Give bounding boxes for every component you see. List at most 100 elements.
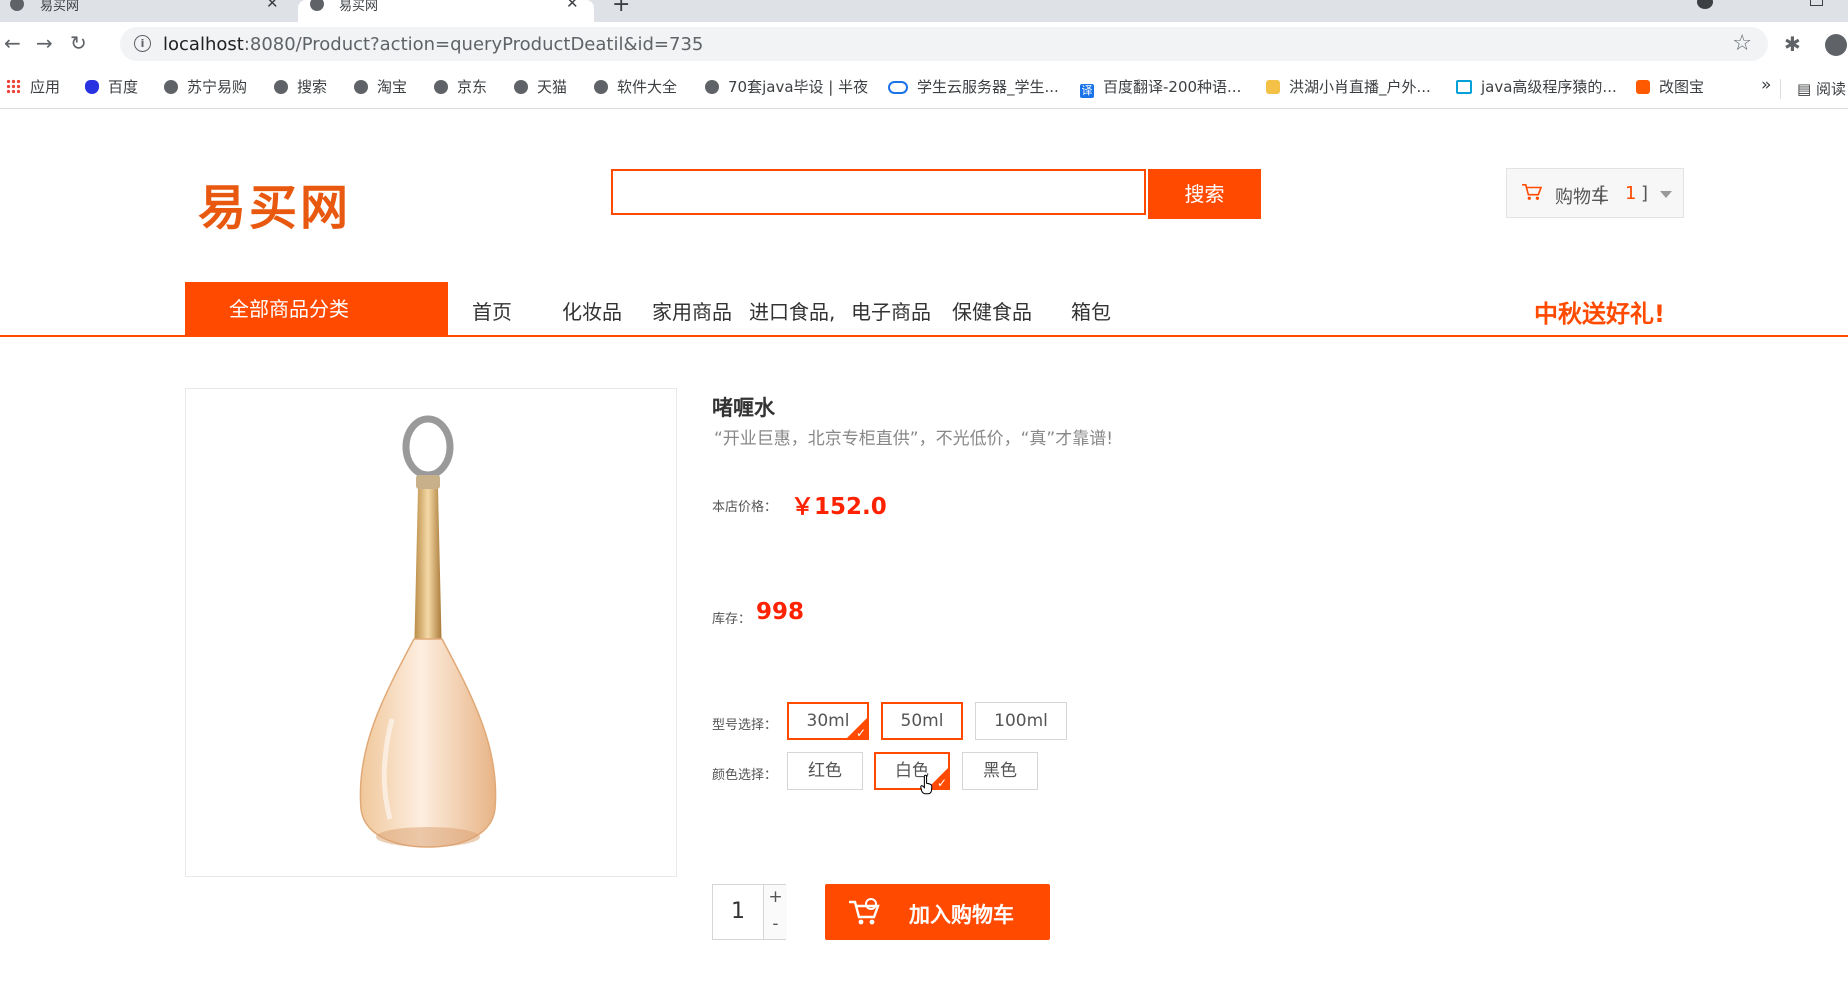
globe-icon (310, 0, 324, 11)
new-tab-icon[interactable]: + (612, 0, 630, 17)
promo-banner-text[interactable]: 中秋送好礼! (1534, 294, 1665, 329)
bookmark-label: 天猫 (537, 78, 568, 96)
model-label: 型号选择： (712, 718, 778, 733)
url-text: localhost:8080/Product?action=queryProdu… (163, 34, 703, 55)
gaitubao-icon (1636, 80, 1650, 94)
checkmark-icon: ✓ (936, 776, 947, 790)
bookmark-baidu-translate[interactable]: 译百度翻译-200种语... (1080, 76, 1241, 98)
add-to-cart-label: 加入购物车 (909, 903, 1014, 927)
bookmark-baidu[interactable]: 百度 (85, 76, 138, 97)
product-price: ￥152.0 (791, 494, 887, 520)
address-bar[interactable]: i localhost:8080/Product?action=queryPro… (120, 27, 1768, 61)
bookmark-label: 百度 (108, 78, 139, 96)
bookmark-label: 学生云服务器_学生... (917, 78, 1059, 96)
bookmark-tmall[interactable]: 天猫 (514, 76, 567, 97)
browser-tab-active[interactable]: 易买网 ✕ (298, 0, 594, 22)
color-option-red[interactable]: 红色 (787, 752, 863, 790)
quantity-stepper[interactable]: 1 + - (712, 884, 787, 940)
globe-icon (705, 80, 719, 94)
browser-toolbar: ← → ↻ i localhost:8080/Product?action=qu… (0, 22, 1848, 68)
nav-item-imported-food[interactable]: 进口食品, (749, 296, 835, 325)
bookmark-software[interactable]: 软件大全 (594, 76, 677, 97)
globe-icon (164, 80, 178, 94)
reading-list-label: 阅读 (1815, 80, 1846, 98)
bookmark-label: 70套java毕设 | 半夜 (728, 78, 869, 96)
media-control-icon[interactable] (1697, 0, 1713, 9)
search-input[interactable] (611, 169, 1146, 215)
cart-button[interactable]: 购物车 [ 1 ] (1506, 168, 1684, 218)
bookmark-label: 搜索 (297, 78, 328, 96)
bookmark-label: 京东 (457, 78, 488, 96)
bookmark-gaitubao[interactable]: 改图宝 (1636, 76, 1704, 97)
price-label: 本店价格： (712, 500, 778, 515)
bookmark-label: 软件大全 (617, 78, 678, 96)
bookmark-live-stream[interactable]: 洪湖小肖直播_户外... (1266, 76, 1431, 97)
quantity-value[interactable]: 1 (713, 885, 763, 939)
globe-icon (274, 80, 288, 94)
back-arrow-icon[interactable]: ← (4, 32, 21, 54)
quantity-decrease-button[interactable]: - (763, 912, 787, 939)
bookmark-suning[interactable]: 苏宁易购 (164, 76, 247, 97)
browser-tab[interactable]: 易买网 ✕ (0, 0, 292, 22)
model-option-50ml[interactable]: 50ml (881, 702, 963, 740)
nav-item-household[interactable]: 家用商品 (652, 296, 732, 325)
cloud-icon (888, 81, 908, 94)
bookmark-label: 应用 (30, 78, 61, 96)
bookmark-jd[interactable]: 京东 (434, 76, 487, 97)
model-option-100ml[interactable]: 100ml (975, 702, 1067, 740)
bookmark-java-projects[interactable]: 70套java毕设 | 半夜 (705, 76, 868, 97)
bookmark-label: 改图宝 (1659, 78, 1705, 96)
quantity-increase-button[interactable]: + (763, 885, 787, 913)
product-image (185, 388, 677, 877)
extensions-puzzle-icon[interactable]: ✱ (1784, 32, 1801, 56)
bookmarks-divider (1780, 79, 1781, 99)
product-stock: 998 (756, 599, 805, 625)
globe-icon (434, 80, 448, 94)
nav-item-home[interactable]: 首页 (472, 296, 512, 325)
profile-avatar-icon[interactable] (1825, 34, 1847, 56)
nav-item-health-food[interactable]: 保健食品 (952, 296, 1032, 325)
all-categories-button[interactable]: 全部商品分类 (185, 282, 448, 336)
nav-item-electronics[interactable]: 电子商品 (851, 296, 931, 325)
reading-list-button[interactable]: ▤ 阅读 (1797, 78, 1846, 99)
color-label: 颜色选择： (712, 768, 778, 783)
site-info-icon[interactable]: i (134, 35, 151, 52)
globe-icon (514, 80, 528, 94)
bookmark-star-icon[interactable]: ☆ (1732, 31, 1752, 56)
bookmark-label: java高级程序猿的... (1481, 78, 1617, 96)
shopping-cart-icon (1522, 183, 1543, 200)
forward-arrow-icon[interactable]: → (36, 32, 53, 54)
apps-grid-icon (6, 79, 21, 94)
bookmark-search[interactable]: 搜索 (274, 76, 327, 97)
cart-count: 1 (1625, 183, 1637, 204)
bookmark-apps[interactable]: 应用 (6, 76, 60, 97)
restore-window-icon[interactable] (1810, 0, 1823, 6)
color-option-white[interactable]: 白色 ✓ (874, 752, 950, 790)
shopping-cart-icon (849, 898, 880, 925)
checkmark-icon: ✓ (855, 726, 866, 740)
nav-item-cosmetics[interactable]: 化妆品 (562, 296, 622, 325)
search-button[interactable]: 搜索 (1148, 169, 1261, 219)
cart-bracket-open: [ (1599, 183, 1607, 204)
bookmark-taobao[interactable]: 淘宝 (354, 76, 407, 97)
all-categories-label: 全部商品分类 (229, 297, 349, 321)
nav-item-bags[interactable]: 箱包 (1071, 296, 1111, 325)
site-logo[interactable]: 易买网 (198, 168, 351, 238)
close-tab-icon[interactable]: ✕ (266, 0, 279, 12)
bookmark-java-senior[interactable]: java高级程序猿的... (1456, 76, 1617, 97)
bookmark-student-cloud[interactable]: 学生云服务器_学生... (888, 76, 1059, 97)
cart-bracket-close: ] (1641, 183, 1649, 204)
product-name: 啫喱水 (712, 396, 775, 420)
bookmark-label: 百度翻译-200种语... (1103, 78, 1242, 96)
reload-icon[interactable]: ↻ (70, 32, 87, 54)
url-path: :8080/Product?action=queryProductDeatil&… (243, 34, 704, 55)
bookmarks-overflow-button[interactable]: » (1761, 75, 1771, 95)
bookmarks-bar: 应用 百度 苏宁易购 搜索 淘宝 京东 天猫 软件大全 70套java毕设 | … (0, 68, 1848, 109)
close-tab-icon[interactable]: ✕ (566, 0, 579, 12)
browser-tab-strip: 易买网 ✕ 易买网 ✕ + (0, 0, 1848, 22)
globe-icon (10, 0, 24, 11)
baidu-icon (85, 80, 99, 94)
model-option-30ml[interactable]: 30ml ✓ (787, 702, 869, 740)
color-option-black[interactable]: 黑色 (962, 752, 1038, 790)
add-to-cart-button[interactable]: 加入购物车 (825, 884, 1050, 940)
